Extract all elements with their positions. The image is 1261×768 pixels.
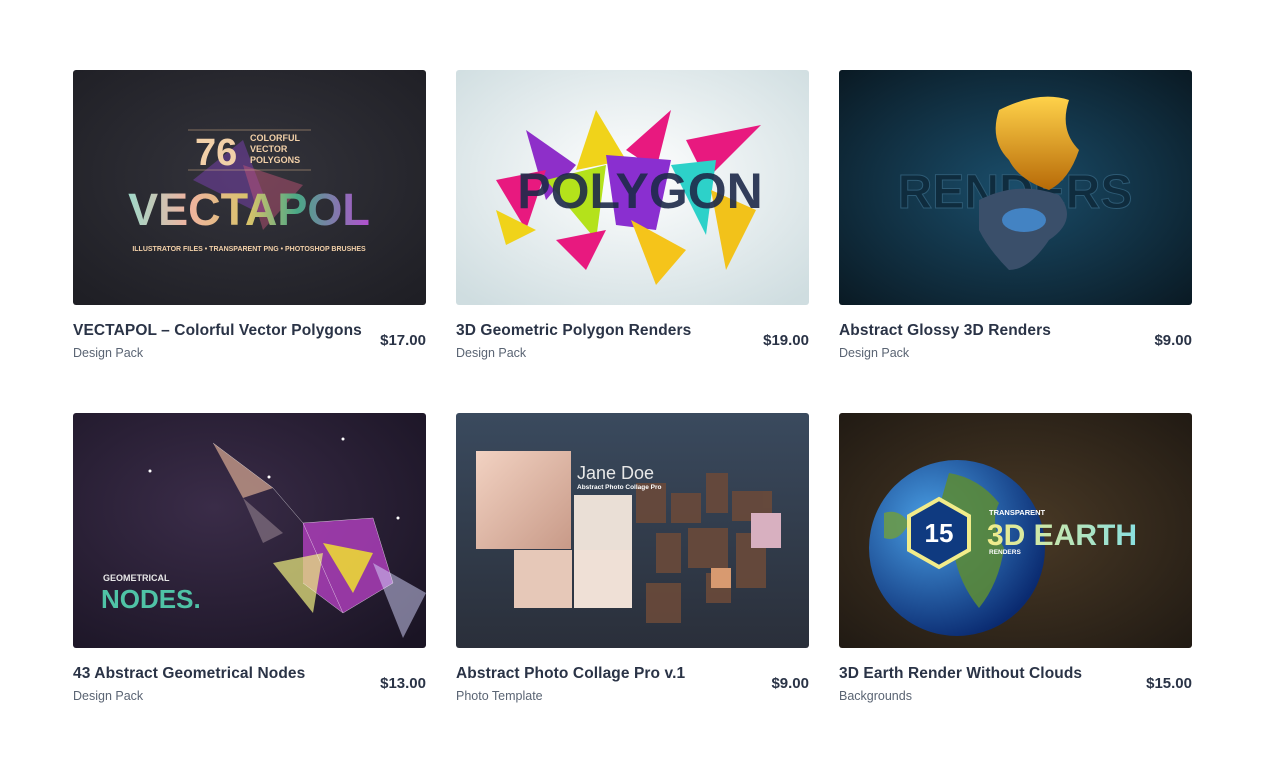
thumb-name: Jane Doe	[577, 463, 654, 483]
thumb-small-line: VECTOR	[250, 144, 288, 154]
thumb-number: 15	[925, 518, 954, 548]
product-title[interactable]: 3D Geometric Polygon Renders	[456, 322, 809, 340]
product-category[interactable]: Design Pack	[456, 346, 809, 360]
product-card[interactable]: GEOMETRICAL NODES. 43 Abstract Geometric…	[73, 413, 426, 756]
product-thumbnail[interactable]: 76 COLORFUL VECTOR POLYGONS VECTAPOL ILL…	[73, 70, 426, 305]
product-info: Abstract Glossy 3D Renders Design Pack $…	[839, 322, 1192, 366]
thumb-footer: ILLUSTRATOR FILES • TRANSPARENT PNG • PH…	[132, 246, 366, 253]
thumb-small-line: POLYGONS	[250, 155, 300, 165]
thumb-headline: VECTAPOL	[128, 184, 370, 235]
thumb-bottom: RENDERS	[989, 549, 1021, 556]
product-title[interactable]: VECTAPOL – Colorful Vector Polygons	[73, 322, 426, 340]
product-price: $13.00	[380, 675, 426, 692]
product-price: $9.00	[771, 675, 809, 692]
product-card[interactable]: 76 COLORFUL VECTOR POLYGONS VECTAPOL ILL…	[73, 70, 426, 413]
product-price: $17.00	[380, 332, 426, 349]
product-category[interactable]: Backgrounds	[839, 689, 1192, 703]
product-info: 3D Geometric Polygon Renders Design Pack…	[456, 322, 809, 366]
product-category[interactable]: Design Pack	[839, 346, 1192, 360]
thumb-headline: POLYGON	[517, 163, 762, 219]
thumb-top: TRANSPARENT	[989, 508, 1046, 517]
product-thumbnail[interactable]: POLYGON	[456, 70, 809, 305]
product-info: Abstract Photo Collage Pro v.1 Photo Tem…	[456, 665, 809, 709]
product-thumbnail[interactable]: RENDERS	[839, 70, 1192, 305]
product-info: VECTAPOL – Colorful Vector Polygons Desi…	[73, 322, 426, 366]
product-thumbnail[interactable]: GEOMETRICAL NODES.	[73, 413, 426, 648]
product-category[interactable]: Design Pack	[73, 689, 426, 703]
product-price: $15.00	[1146, 675, 1192, 692]
product-price: $19.00	[763, 332, 809, 349]
thumb-small-line: COLORFUL	[250, 133, 300, 143]
product-card[interactable]: Jane Doe Abstract Photo Collage Pro Abst…	[456, 413, 809, 756]
product-category[interactable]: Design Pack	[73, 346, 426, 360]
product-title[interactable]: Abstract Glossy 3D Renders	[839, 322, 1192, 340]
product-info: 3D Earth Render Without Clouds Backgroun…	[839, 665, 1192, 709]
product-title[interactable]: Abstract Photo Collage Pro v.1	[456, 665, 809, 683]
product-info: 43 Abstract Geometrical Nodes Design Pac…	[73, 665, 426, 709]
thumb-subtitle: Abstract Photo Collage Pro	[577, 484, 662, 491]
product-card[interactable]: RENDERS Abstract Glossy 3D Renders Desig…	[839, 70, 1192, 413]
product-thumbnail[interactable]: 15 TRANSPARENT 3D EARTH RENDERS	[839, 413, 1192, 648]
product-title[interactable]: 43 Abstract Geometrical Nodes	[73, 665, 426, 683]
thumb-headline: NODES.	[101, 584, 201, 614]
product-thumbnail[interactable]: Jane Doe Abstract Photo Collage Pro	[456, 413, 809, 648]
product-grid: 76 COLORFUL VECTOR POLYGONS VECTAPOL ILL…	[73, 70, 1192, 756]
thumb-small-label: GEOMETRICAL	[103, 573, 170, 583]
product-card[interactable]: 15 TRANSPARENT 3D EARTH RENDERS 3D Earth…	[839, 413, 1192, 756]
product-title[interactable]: 3D Earth Render Without Clouds	[839, 665, 1192, 683]
thumb-big-number: 76	[195, 132, 237, 174]
product-category[interactable]: Photo Template	[456, 689, 809, 703]
thumb-headline: 3D EARTH	[987, 519, 1137, 552]
product-price: $9.00	[1154, 332, 1192, 349]
product-card[interactable]: POLYGON 3D Geometric Polygon Renders Des…	[456, 70, 809, 413]
